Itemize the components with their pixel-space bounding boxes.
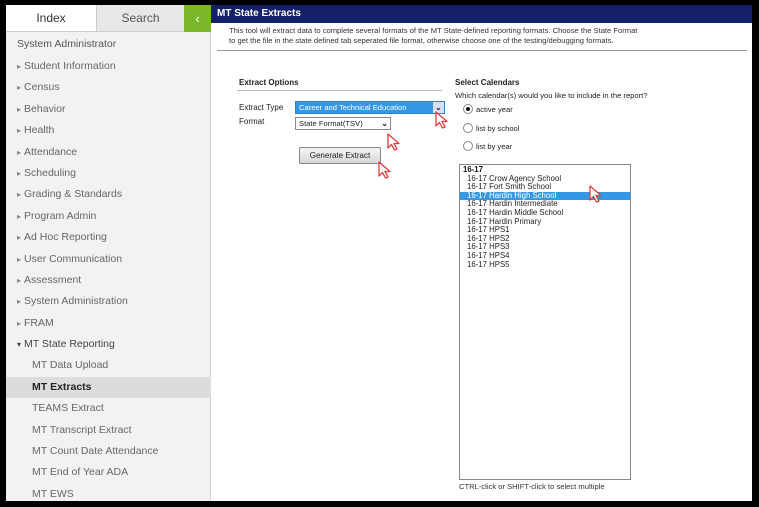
sidebar-item-label: System Administration	[24, 295, 128, 308]
sidebar-item-label: Program Admin	[24, 209, 97, 222]
sidebar-subitem-mt-extracts[interactable]: MT Extracts	[6, 376, 211, 399]
description-line: This tool will extract data to complete …	[229, 26, 638, 35]
sidebar-root[interactable]: System Administrator	[6, 32, 211, 56]
format-label: Format	[239, 117, 265, 126]
extract-type-label: Extract Type	[239, 103, 284, 112]
radio-label: list by school	[476, 123, 520, 133]
radio-button[interactable]	[463, 141, 473, 151]
multi-select-hint: CTRL-click or SHIFT-click to select mult…	[459, 482, 605, 491]
page-description: This tool will extract data to complete …	[229, 26, 744, 45]
sidebar-item-label: User Communication	[24, 252, 123, 265]
extract-type-value: Career and Technical Education	[299, 103, 407, 112]
sidebar-item-health[interactable]: ▸ Health	[6, 120, 211, 141]
sidebar-item-label: Student Information	[24, 60, 116, 72]
sidebar-item-mt-state-reporting[interactable]: ▾ MT State Reporting	[6, 334, 211, 355]
sidebar-item-fram[interactable]: ▸ FRAM	[6, 313, 211, 334]
sidebar-item-census[interactable]: ▸ Census	[6, 77, 211, 98]
radio-list-by-year[interactable]: list by year	[463, 141, 512, 151]
sidebar-item-scheduling[interactable]: ▸ Scheduling	[6, 163, 211, 184]
sidebar-item-label: Health	[24, 124, 55, 137]
tab-index[interactable]: Index	[6, 5, 96, 32]
chevron-right-icon: ▸	[17, 254, 22, 264]
cursor-pointer-icon	[589, 185, 602, 203]
extract-type-select[interactable]: Career and Technical Education ⌄	[295, 101, 445, 114]
chevron-left-icon: ‹	[195, 11, 200, 26]
sidebar-item-assessment[interactable]: ▸ Assessment	[6, 270, 211, 291]
chevron-right-icon: ▸	[17, 211, 22, 221]
chevron-right-icon: ▸	[17, 233, 22, 243]
sidebar-item-label: Assessment	[24, 273, 82, 286]
sidebar-item-ad-hoc-reporting[interactable]: ▸ Ad Hoc Reporting	[6, 227, 211, 248]
sidebar-subitem-mt-transcript-extract[interactable]: MT Transcript Extract	[6, 420, 211, 441]
description-line: to get the file in the state defined tab…	[229, 35, 614, 45]
chevron-right-icon: ▸	[17, 126, 22, 136]
sidebar-nav: System Administrator ▸ Student Informatio…	[6, 32, 211, 501]
app-window: Index Search ‹ System Administrator ▸ Stu…	[6, 5, 752, 501]
sidebar-item-system-administration[interactable]: ▸ System Administration	[6, 291, 211, 312]
select-calendars-title: Select Calendars	[455, 78, 520, 87]
chevron-right-icon: ▸	[17, 62, 22, 71]
section-rule	[237, 90, 442, 91]
sidebar-item-attendance[interactable]: ▸ Attendance	[6, 142, 211, 163]
radio-list-by-school[interactable]: list by school	[463, 123, 519, 133]
chevron-right-icon: ▸	[17, 104, 22, 114]
sidebar-item-label: Grading & Standards	[24, 188, 123, 201]
divider	[217, 50, 747, 51]
cursor-pointer-icon	[435, 111, 448, 129]
chevron-down-icon: ▾	[17, 340, 22, 350]
chevron-right-icon: ▸	[17, 318, 22, 328]
cursor-pointer-icon	[387, 133, 400, 151]
sidebar-tabs: Index Search ‹	[6, 5, 211, 32]
sidebar-item-label: Attendance	[24, 145, 78, 158]
chevron-right-icon: ▸	[17, 275, 22, 285]
collapse-sidebar-button[interactable]: ‹	[184, 5, 211, 32]
sidebar-item-grading-standards[interactable]: ▸ Grading & Standards	[6, 184, 211, 205]
chevron-right-icon: ▸	[17, 83, 22, 93]
format-value: State Format(TSV)	[299, 119, 363, 128]
chevron-right-icon: ▸	[17, 168, 22, 178]
calendars-question: Which calendar(s) would you like to incl…	[455, 91, 648, 100]
radio-label: list by year	[476, 141, 513, 151]
format-select[interactable]: State Format(TSV) ⌄	[295, 117, 391, 130]
chevron-down-icon: ⌄	[381, 119, 388, 128]
sidebar: Index Search ‹ System Administrator ▸ Stu…	[6, 5, 211, 501]
cursor-pointer-icon	[378, 161, 391, 179]
radio-active-year[interactable]: active year	[463, 104, 513, 114]
sidebar-item-student-information[interactable]: ▸ Student Information	[6, 56, 211, 77]
radio-button[interactable]	[463, 104, 473, 114]
chevron-right-icon: ▸	[17, 190, 22, 200]
sidebar-item-label: Census	[24, 81, 60, 94]
sidebar-item-label: Scheduling	[24, 166, 76, 179]
chevron-right-icon: ▸	[17, 147, 22, 157]
radio-label: active year	[476, 104, 513, 114]
sidebar-item-behavior[interactable]: ▸ Behavior	[6, 99, 211, 120]
sidebar-subitem-mt-end-of-year-ada[interactable]: MT End of Year ADA	[6, 462, 211, 483]
sidebar-subitem-teams-extract[interactable]: TEAMS Extract	[6, 398, 211, 419]
sidebar-item-label: MT State Reporting	[24, 338, 115, 351]
sidebar-item-program-admin[interactable]: ▸ Program Admin	[6, 206, 211, 227]
sidebar-item-user-communication[interactable]: ▸ User Communication	[6, 249, 211, 270]
radio-button[interactable]	[463, 123, 473, 133]
tab-search[interactable]: Search	[96, 5, 184, 32]
sidebar-item-label: FRAM	[24, 316, 54, 329]
sidebar-subitem-mt-data-upload[interactable]: MT Data Upload	[6, 355, 211, 376]
calendar-listbox[interactable]: 16-17 16-17 Crow Agency School 16-17 For…	[459, 164, 631, 480]
sidebar-item-label: Ad Hoc Reporting	[24, 231, 107, 244]
list-item[interactable]: 16-17 HPS5	[460, 260, 630, 270]
main-panel: MT State Extracts This tool will extract…	[211, 5, 752, 501]
page-title: MT State Extracts	[211, 5, 752, 23]
sidebar-subitem-mt-count-date-attendance[interactable]: MT Count Date Attendance	[6, 441, 211, 462]
extract-options-title: Extract Options	[239, 78, 299, 87]
sidebar-subitem-mt-ews[interactable]: MT EWS	[6, 484, 211, 501]
chevron-right-icon: ▸	[17, 297, 22, 307]
generate-extract-button[interactable]: Generate Extract	[299, 147, 381, 164]
sidebar-item-label: Behavior	[24, 102, 66, 115]
